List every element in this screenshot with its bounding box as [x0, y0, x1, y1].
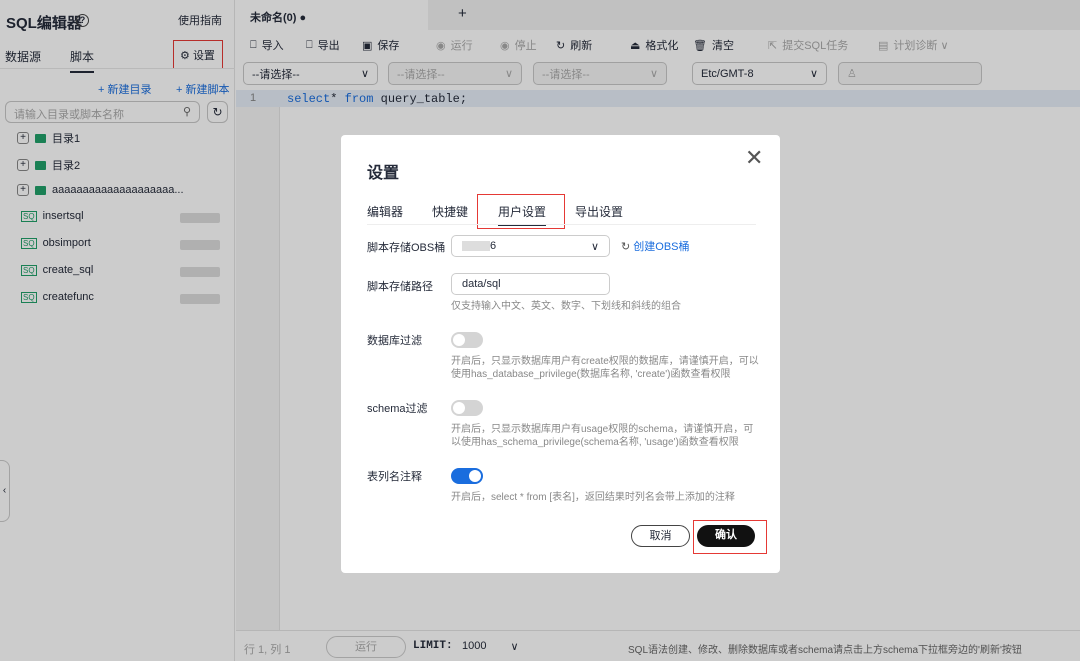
redacted-info: [462, 241, 490, 252]
value: 6: [490, 240, 497, 252]
obs-label: 脚本存储OBS桶: [367, 242, 446, 254]
column-comment-toggle[interactable]: [451, 468, 483, 484]
create-obs-link[interactable]: ↻ 创建OBS桶: [621, 238, 690, 254]
path-label: 脚本存储路径: [367, 281, 433, 293]
schema-filter-hint: 开启后，只显示数据库用户有usage权限的schema，请谨慎开启，可以使用ha…: [451, 424, 754, 448]
settings-dialog: 设置 ✕ 编辑器 快捷键 用户设置 导出设置 脚本存储OBS桶 6 ∨ ↻ 创建O…: [341, 135, 780, 573]
schema-filter-toggle[interactable]: [451, 400, 483, 416]
dialog-title: 设置: [367, 165, 400, 182]
cancel-button[interactable]: 取消: [631, 525, 690, 547]
divider: [367, 224, 756, 225]
schema-filter-label: schema过滤: [367, 403, 428, 415]
db-filter-label: 数据库过滤: [367, 335, 422, 347]
refresh-icon: ↻: [621, 241, 631, 253]
db-filter-toggle[interactable]: [451, 332, 483, 348]
path-input[interactable]: data/sql: [451, 273, 610, 295]
chevron-down-icon: ∨: [590, 241, 599, 253]
obs-bucket-select[interactable]: 6 ∨: [451, 235, 610, 257]
label: 创建OBS桶: [633, 241, 690, 253]
column-comment-hint: 开启后，select * from [表名]，返回结果时列名会带上添加的注释: [451, 492, 735, 503]
close-icon[interactable]: ✕: [745, 145, 763, 171]
highlight-box: [693, 520, 767, 554]
column-comment-label: 表列名注释: [367, 471, 422, 483]
path-hint: 仅支持输入中文、英文、数字、下划线和斜线的组合: [451, 301, 681, 312]
tab-export-settings[interactable]: 导出设置: [575, 203, 623, 220]
db-filter-hint: 开启后，只显示数据库用户有create权限的数据库，请谨慎开启，可以使用has_…: [451, 356, 759, 380]
tab-editor[interactable]: 编辑器: [367, 203, 403, 220]
tab-shortcuts[interactable]: 快捷键: [432, 203, 468, 220]
